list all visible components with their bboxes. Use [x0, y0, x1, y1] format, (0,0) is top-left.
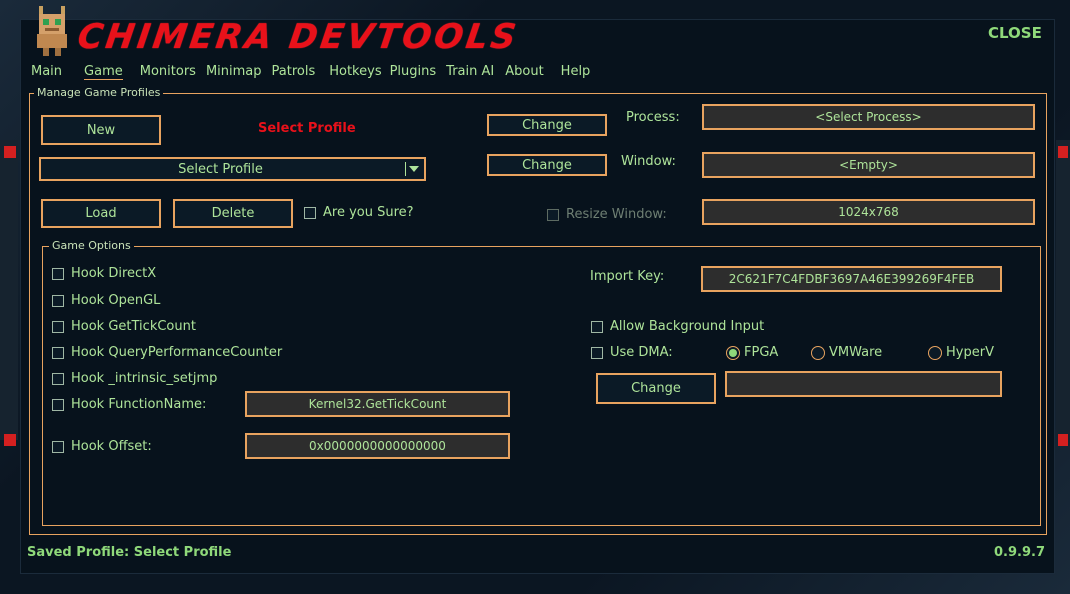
- dma-change-button[interactable]: Change: [596, 373, 716, 404]
- window-field[interactable]: <Empty>: [702, 152, 1035, 178]
- dma-option-hyperv[interactable]: HyperV: [928, 345, 994, 360]
- right-frame-decoration: [1056, 140, 1070, 440]
- menu-item-help[interactable]: Help: [561, 64, 591, 80]
- left-frame-decoration: [0, 140, 18, 440]
- red-accent-left-bottom: [4, 434, 16, 446]
- dropdown-separator: [405, 162, 406, 176]
- chevron-down-icon: [409, 166, 419, 172]
- red-accent-right-top: [1058, 146, 1068, 158]
- import-key-label: Import Key:: [590, 269, 665, 284]
- hook-functionname-checkbox[interactable]: [52, 398, 64, 411]
- profile-dropdown-value: Select Profile: [178, 161, 263, 177]
- delete-button[interactable]: Delete: [173, 199, 293, 228]
- hook-offset-label: Hook Offset:: [71, 439, 152, 454]
- allow-background-label: Allow Background Input: [610, 319, 765, 334]
- window-change-button[interactable]: Change: [487, 154, 607, 176]
- profile-dropdown[interactable]: Select Profile: [39, 157, 426, 181]
- menu-item-plugins[interactable]: Plugins: [390, 64, 437, 80]
- hook-directx-row[interactable]: Hook DirectX: [52, 266, 156, 281]
- manage-profiles-label: Manage Game Profiles: [34, 86, 164, 99]
- resize-window-field[interactable]: 1024x768: [702, 199, 1035, 225]
- resize-window-row[interactable]: Resize Window:: [547, 207, 667, 222]
- red-accent-left-top: [4, 146, 16, 158]
- menu-item-main[interactable]: Main: [31, 64, 62, 80]
- hook-qpc-checkbox[interactable]: [52, 346, 64, 359]
- use-dma-label: Use DMA:: [610, 345, 673, 360]
- hook-directx-checkbox[interactable]: [52, 267, 64, 280]
- menu-item-hotkeys[interactable]: Hotkeys: [329, 64, 381, 80]
- dma-option-fpga[interactable]: FPGA: [726, 345, 778, 360]
- use-dma-checkbox[interactable]: [591, 346, 603, 359]
- vmware-radio[interactable]: [811, 345, 825, 360]
- new-profile-button[interactable]: New: [41, 115, 161, 145]
- hook-functionname-row[interactable]: Hook FunctionName:: [52, 397, 206, 412]
- menu-item-train-ai[interactable]: Train AI: [446, 64, 494, 80]
- menu-item-patrols[interactable]: Patrols: [272, 64, 316, 80]
- confirm-delete-label: Are you Sure?: [323, 205, 414, 220]
- hook-setjmp-row[interactable]: Hook _intrinsic_setjmp: [52, 371, 217, 386]
- process-change-button[interactable]: Change: [487, 114, 607, 136]
- hook-qpc-row[interactable]: Hook QueryPerformanceCounter: [52, 345, 282, 360]
- load-button[interactable]: Load: [41, 199, 161, 228]
- hook-gettickcount-row[interactable]: Hook GetTickCount: [52, 319, 196, 334]
- app-title: CHIMERA DEVTOOLS: [75, 17, 522, 57]
- dma-option-vmware[interactable]: VMWare: [811, 345, 882, 360]
- confirm-delete-row[interactable]: Are you Sure?: [304, 205, 414, 220]
- hook-gettickcount-label: Hook GetTickCount: [71, 319, 196, 334]
- function-name-field[interactable]: Kernel32.GetTickCount: [245, 391, 510, 417]
- hook-functionname-label: Hook FunctionName:: [71, 397, 207, 412]
- use-dma-row[interactable]: Use DMA:: [591, 345, 673, 360]
- hook-setjmp-checkbox[interactable]: [52, 372, 64, 385]
- hook-directx-label: Hook DirectX: [71, 266, 157, 281]
- hook-opengl-row[interactable]: Hook OpenGL: [52, 293, 160, 308]
- hyperv-label: HyperV: [946, 345, 994, 360]
- radio-selected-dot: [729, 348, 737, 357]
- chimera-logo-icon: [37, 6, 67, 56]
- red-accent-right-bottom: [1058, 434, 1068, 446]
- window-label: Window:: [621, 154, 676, 169]
- fpga-label: FPGA: [744, 345, 779, 360]
- hook-offset-row[interactable]: Hook Offset:: [52, 439, 152, 454]
- menu-item-game[interactable]: Game: [84, 64, 123, 80]
- close-button[interactable]: CLOSE: [988, 24, 1042, 42]
- hook-offset-checkbox[interactable]: [52, 440, 64, 453]
- menu-item-about[interactable]: About: [505, 64, 543, 80]
- version-label: 0.9.9.7: [994, 545, 1045, 560]
- hyperv-radio[interactable]: [928, 345, 942, 360]
- vmware-label: VMWare: [829, 345, 883, 360]
- hook-opengl-label: Hook OpenGL: [71, 293, 161, 308]
- menu-bar: Main Game Monitors Minimap Patrols Hotke…: [31, 64, 590, 80]
- allow-background-row[interactable]: Allow Background Input: [591, 319, 764, 334]
- selected-profile-text: Select Profile: [258, 121, 356, 136]
- confirm-delete-checkbox[interactable]: [304, 206, 316, 219]
- process-label: Process:: [626, 110, 680, 125]
- resize-window-label: Resize Window:: [566, 207, 667, 222]
- resize-window-checkbox[interactable]: [547, 208, 559, 221]
- allow-background-checkbox[interactable]: [591, 320, 603, 333]
- hook-qpc-label: Hook QueryPerformanceCounter: [71, 345, 283, 360]
- hook-opengl-checkbox[interactable]: [52, 294, 64, 307]
- hook-setjmp-label: Hook _intrinsic_setjmp: [71, 371, 218, 386]
- dma-field[interactable]: [725, 371, 1002, 397]
- game-options-label: Game Options: [49, 239, 134, 252]
- hook-offset-field[interactable]: 0x0000000000000000: [245, 433, 510, 459]
- hook-gettickcount-checkbox[interactable]: [52, 320, 64, 333]
- process-field[interactable]: <Select Process>: [702, 104, 1035, 130]
- saved-profile-status: Saved Profile: Select Profile: [27, 545, 232, 560]
- menu-item-minimap[interactable]: Minimap: [206, 64, 262, 80]
- import-key-field[interactable]: 2C621F7C4FDBF3697A46E399269F4FEB: [701, 266, 1002, 292]
- menu-item-monitors[interactable]: Monitors: [140, 64, 196, 80]
- fpga-radio[interactable]: [726, 345, 740, 360]
